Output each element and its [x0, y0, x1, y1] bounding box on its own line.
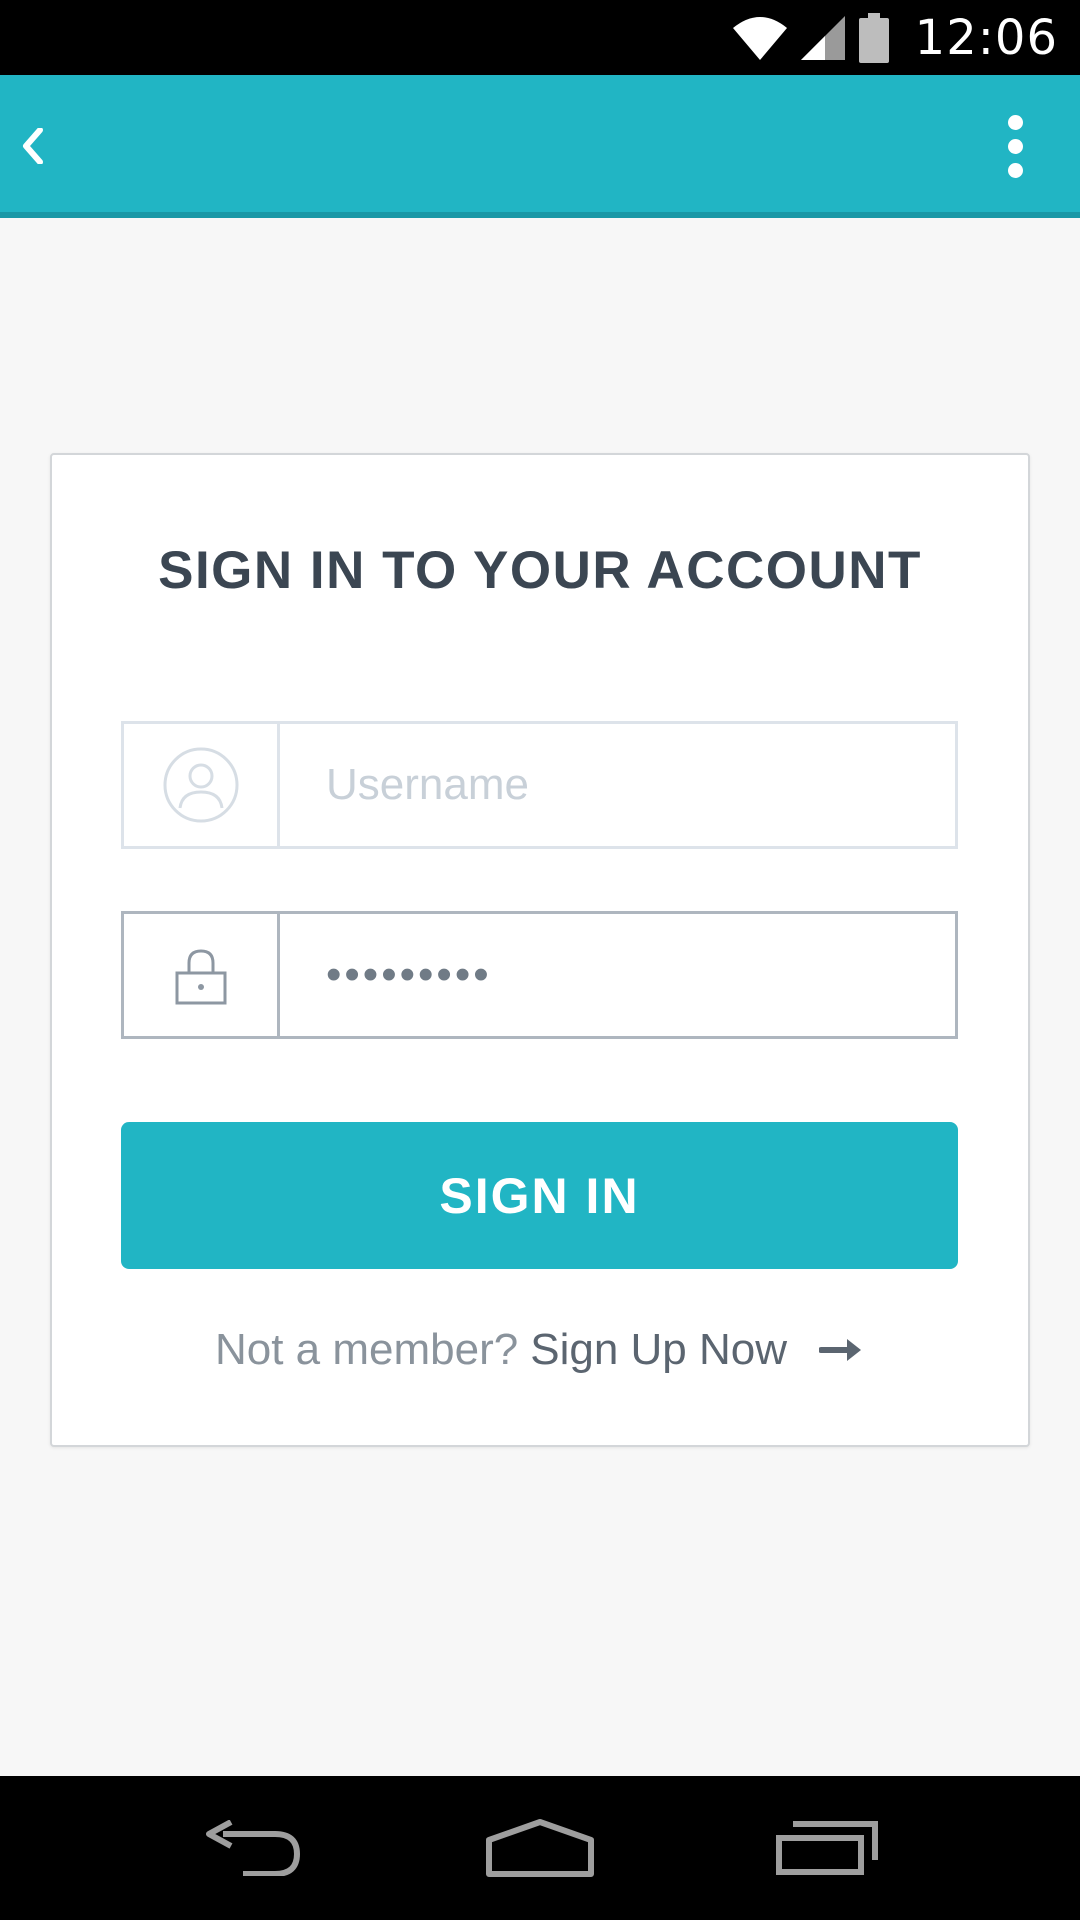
app-bar — [0, 75, 1080, 218]
overflow-menu-icon — [1007, 114, 1023, 130]
user-icon — [163, 747, 238, 823]
navigation-bar — [0, 1776, 1080, 1920]
signup-prompt: Not a member? — [214, 1325, 519, 1374]
status-time: 12:06 — [914, 9, 1058, 66]
nav-recents-button[interactable] — [757, 1798, 897, 1898]
recents-nav-icon — [775, 1821, 878, 1875]
battery-icon — [858, 12, 889, 63]
nav-back-button[interactable] — [183, 1798, 323, 1898]
back-button[interactable] — [8, 111, 58, 181]
password-input[interactable] — [280, 914, 955, 1036]
home-nav-icon — [485, 1819, 594, 1877]
arrow-right-icon — [819, 1339, 861, 1361]
username-input[interactable] — [280, 724, 955, 846]
status-icons: 12:06 — [732, 0, 1058, 75]
wifi-icon — [732, 16, 787, 60]
username-field — [121, 721, 958, 849]
sign-up-arrow[interactable] — [819, 1335, 865, 1365]
signup-row: Not a member? Sign Up Now — [52, 1325, 1028, 1375]
chevron-left-icon — [23, 128, 43, 164]
overflow-dot — [1007, 162, 1023, 178]
overflow-menu-button[interactable] — [990, 111, 1040, 181]
overflow-dot — [1007, 138, 1023, 154]
signal-icon — [800, 15, 845, 60]
password-icon-box — [124, 914, 280, 1036]
status-bar: 12:06 — [0, 0, 1080, 75]
username-icon-box — [124, 724, 280, 846]
sign-up-link[interactable]: Sign Up Now — [530, 1325, 787, 1375]
login-card: SIGN IN TO YOUR ACCOUNT SIGN IN Not a me… — [50, 453, 1030, 1447]
nav-home-button[interactable] — [470, 1798, 610, 1898]
lock-icon — [175, 949, 226, 1005]
sign-in-button[interactable]: SIGN IN — [121, 1122, 958, 1269]
page-title: SIGN IN TO YOUR ACCOUNT — [158, 541, 922, 600]
back-nav-icon — [206, 1820, 301, 1876]
password-field — [121, 911, 958, 1039]
